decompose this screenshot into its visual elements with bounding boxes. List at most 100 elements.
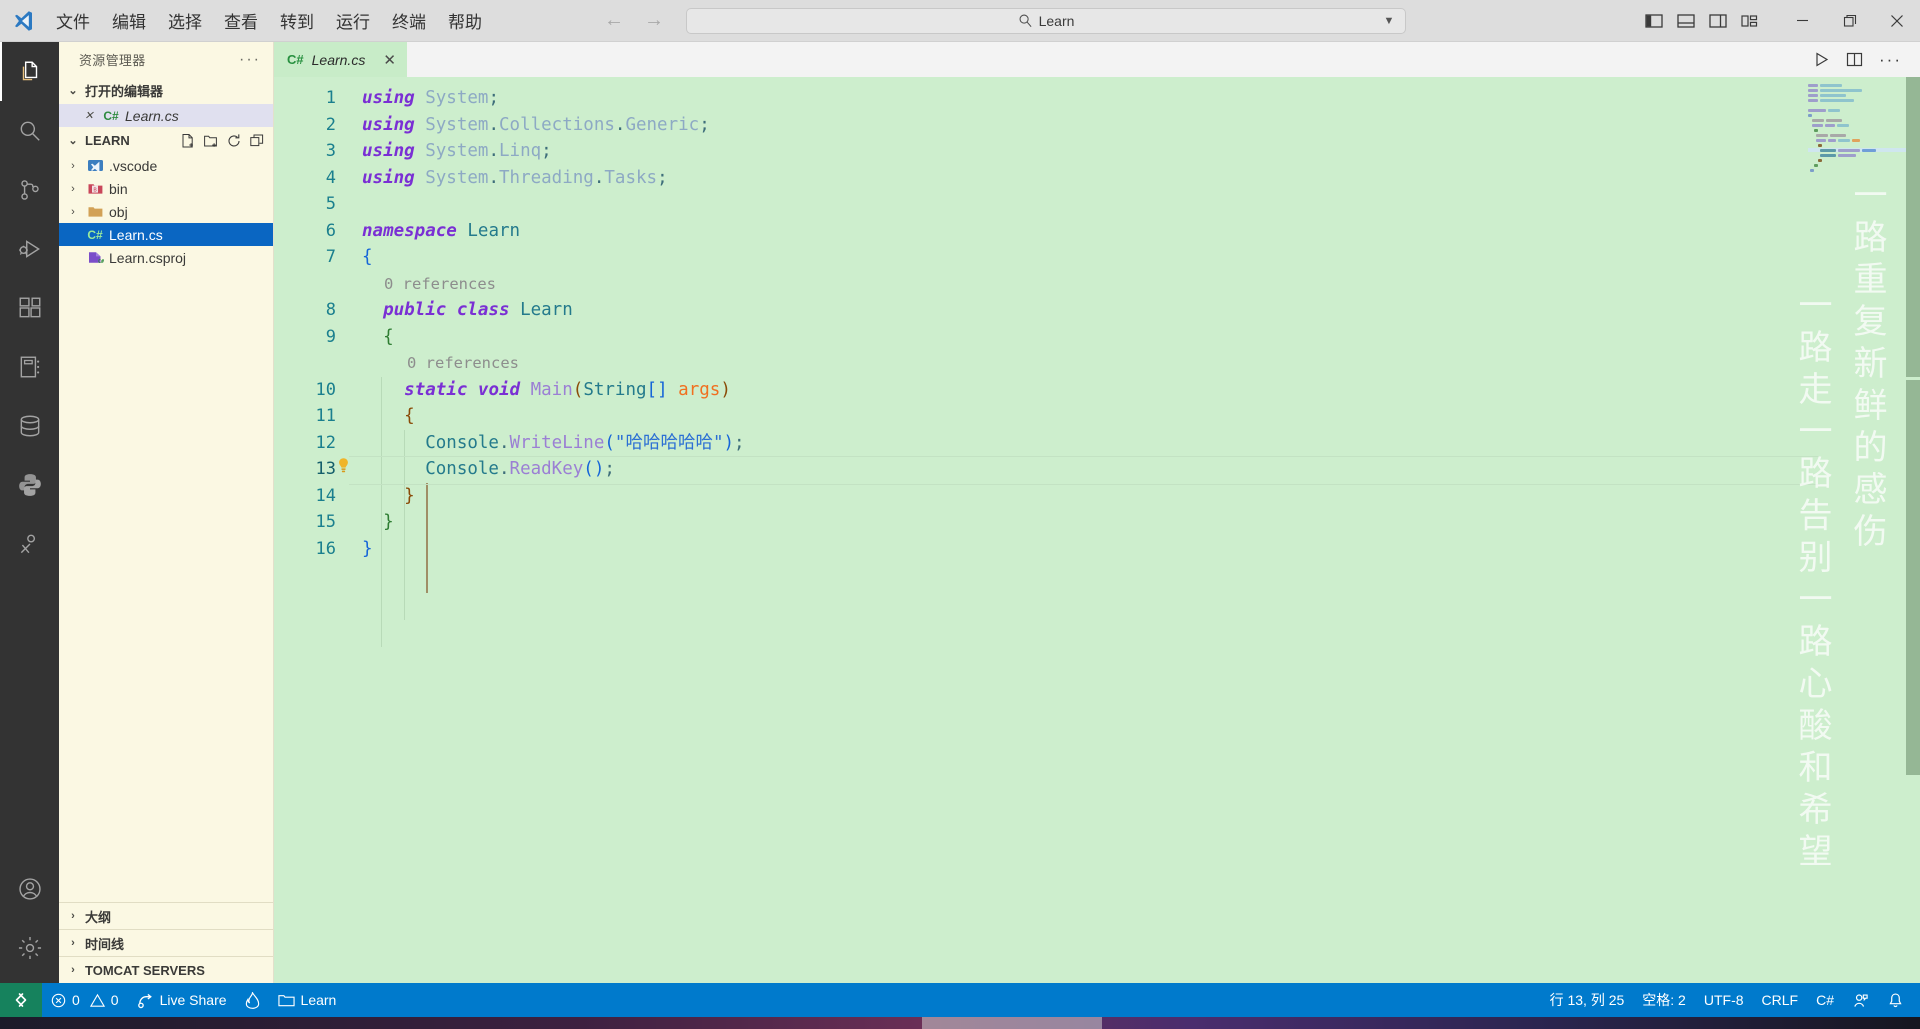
status-eol[interactable]: CRLF (1753, 992, 1808, 1008)
status-encoding[interactable]: UTF-8 (1695, 992, 1753, 1008)
folder-label: Learn (300, 992, 337, 1008)
lightbulb-icon[interactable] (336, 457, 362, 474)
folder-vscode[interactable]: › .vscode (59, 154, 273, 177)
new-file-icon[interactable] (180, 133, 196, 149)
menu-file[interactable]: 文件 (46, 3, 100, 38)
vscode-folder-icon (86, 158, 104, 173)
feedback-icon (1852, 992, 1869, 1009)
warning-count: 0 (110, 992, 119, 1008)
activity-extensions[interactable] (0, 278, 59, 337)
close-icon[interactable]: ✕ (383, 51, 396, 69)
line-text: using System; (362, 88, 499, 108)
codelens-text[interactable]: 0 references (362, 271, 496, 298)
code-editor[interactable]: 1 using System; 2 using System.Collectio… (274, 77, 1920, 983)
folder-obj[interactable]: › obj (59, 200, 273, 223)
open-editors-label: 打开的编辑器 (85, 84, 164, 99)
codelens-text[interactable]: 0 references (362, 350, 519, 377)
tab-label: Learn.cs (311, 51, 366, 68)
status-folder[interactable]: Learn (269, 983, 346, 1017)
menu-go[interactable]: 转到 (270, 3, 324, 38)
codelens[interactable]: 0 references (274, 350, 1920, 377)
toggle-primary-sidebar-icon[interactable] (1643, 10, 1665, 32)
split-editor-icon[interactable] (1846, 51, 1863, 68)
chevron-right-icon: › (71, 205, 75, 218)
open-editors-section-header[interactable]: ⌄ 打开的编辑器 (59, 77, 273, 104)
section-outline[interactable]: › 大纲 (59, 902, 273, 929)
tab-learn-cs[interactable]: C# Learn.cs ✕ (274, 42, 407, 77)
workbench: 资源管理器 ··· ⌄ 打开的编辑器 ✕ C# Learn.cs ⌄ LEARN (0, 42, 1920, 983)
activity-database[interactable] (0, 396, 59, 455)
file-learn-csproj-label: Learn.csproj (109, 249, 187, 266)
window-maximize-button[interactable] (1826, 0, 1873, 42)
menu-run[interactable]: 运行 (326, 3, 380, 38)
open-editor-learn-cs[interactable]: ✕ C# Learn.cs (59, 104, 273, 127)
status-flame[interactable] (236, 983, 269, 1017)
live-share-icon (137, 992, 154, 1009)
activity-explorer[interactable] (0, 42, 59, 101)
quick-search-input[interactable]: Learn ▼ (686, 7, 1406, 34)
status-feedback[interactable] (1843, 992, 1878, 1009)
status-live-share[interactable]: Live Share (128, 983, 236, 1017)
code-line: 2 using System.Collections.Generic; (274, 112, 1920, 139)
scrollbar-thumb[interactable] (1906, 77, 1920, 377)
flame-icon (245, 991, 260, 1009)
status-indentation[interactable]: 空格: 2 (1633, 990, 1695, 1010)
menu-terminal[interactable]: 终端 (382, 3, 436, 38)
go-forward-icon[interactable]: → (644, 9, 664, 32)
window-minimize-button[interactable] (1779, 0, 1826, 42)
activity-settings[interactable] (0, 918, 59, 977)
menu-view[interactable]: 查看 (214, 3, 268, 38)
workspace-section-header[interactable]: ⌄ LEARN (59, 127, 273, 154)
section-tomcat-servers[interactable]: › TOMCAT SERVERS (59, 956, 273, 983)
title-bar: 文件 编辑 选择 查看 转到 运行 终端 帮助 ← → Learn ▼ (0, 0, 1920, 42)
explorer-more-actions-icon[interactable]: ··· (239, 51, 261, 69)
menu-edit[interactable]: 编辑 (102, 3, 156, 38)
line-text: using System.Linq; (362, 141, 552, 161)
status-notifications[interactable] (1878, 992, 1920, 1009)
editor-vertical-scrollbar[interactable] (1906, 77, 1920, 983)
codelens[interactable]: 0 references (274, 271, 1920, 298)
folder-vscode-label: .vscode (109, 157, 158, 174)
section-timeline[interactable]: › 时间线 (59, 929, 273, 956)
menu-selection[interactable]: 选择 (158, 3, 212, 38)
close-icon[interactable]: ✕ (81, 109, 97, 122)
code-line: 6 namespace Learn (274, 218, 1920, 245)
activity-testing[interactable] (0, 514, 59, 573)
new-folder-icon[interactable] (203, 133, 219, 149)
folder-obj-label: obj (109, 203, 128, 220)
status-cursor-position[interactable]: 行 13, 列 25 (1541, 990, 1634, 1010)
activity-run-debug[interactable] (0, 219, 59, 278)
toggle-panel-icon[interactable] (1675, 10, 1697, 32)
collapse-all-icon[interactable] (249, 133, 265, 149)
toggle-secondary-sidebar-icon[interactable] (1707, 10, 1729, 32)
customize-layout-icon[interactable] (1739, 10, 1761, 32)
file-learn-cs[interactable]: C# Learn.cs (59, 223, 273, 246)
activity-search[interactable] (0, 101, 59, 160)
more-actions-icon[interactable]: ··· (1879, 50, 1902, 70)
activity-python[interactable] (0, 455, 59, 514)
status-problems[interactable]: 0 0 (42, 983, 128, 1017)
layout-toggles (1643, 10, 1779, 32)
menu-bar: 文件 编辑 选择 查看 转到 运行 终端 帮助 (46, 3, 492, 38)
status-remote-indicator[interactable] (0, 983, 42, 1017)
scrollbar-thumb-lower[interactable] (1906, 380, 1920, 775)
folder-bin[interactable]: › B bin (59, 177, 273, 200)
window-close-button[interactable] (1873, 0, 1920, 42)
activity-accounts[interactable] (0, 859, 59, 918)
activity-source-control[interactable] (0, 160, 59, 219)
file-learn-csproj[interactable]: C# Learn.csproj (59, 246, 273, 269)
code-line: 5 (274, 191, 1920, 218)
code-line: 3 using System.Linq; (274, 138, 1920, 165)
activity-notebook[interactable] (0, 337, 59, 396)
go-back-icon[interactable]: ← (604, 9, 624, 32)
run-icon[interactable] (1813, 51, 1830, 68)
section-tomcat-servers-label: TOMCAT SERVERS (85, 962, 205, 978)
error-icon (51, 993, 66, 1008)
chevron-down-icon[interactable]: ▼ (1381, 15, 1397, 27)
menu-help[interactable]: 帮助 (438, 3, 492, 38)
chevron-right-icon: › (71, 159, 75, 172)
line-text: } (383, 512, 394, 532)
refresh-icon[interactable] (226, 133, 242, 149)
status-language-mode[interactable]: C# (1807, 992, 1843, 1008)
line-text: Console.ReadKey(); (425, 459, 615, 479)
